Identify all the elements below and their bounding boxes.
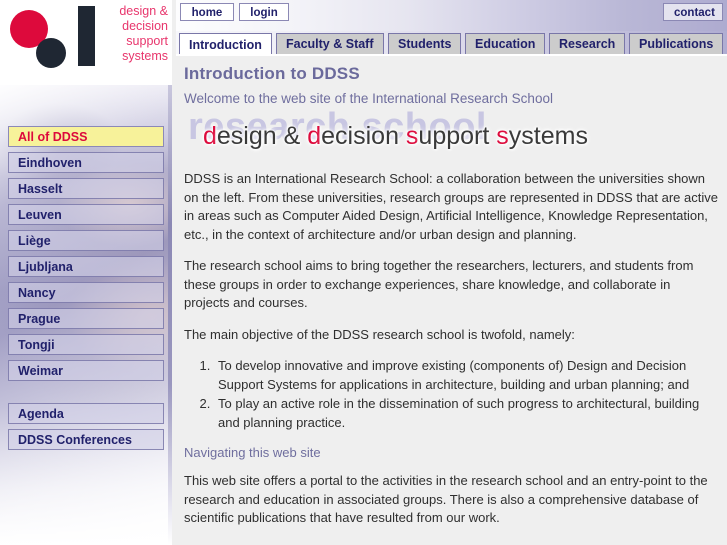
contact-button[interactable]: contact — [663, 3, 723, 21]
banner-foreground-text: design & decision support systems — [203, 122, 588, 151]
sidebar-item-agenda[interactable]: Agenda — [8, 403, 164, 424]
logo-dark-circle-icon — [36, 38, 66, 68]
paragraph-3: The main objective of the DDSS research … — [184, 326, 575, 342]
tab-students[interactable]: Students — [388, 33, 462, 54]
sidebar-item-eindhoven[interactable]: Eindhoven — [8, 152, 164, 173]
sidebar-item-nancy[interactable]: Nancy — [8, 282, 164, 303]
banner-highlight-letter: s — [496, 122, 509, 150]
page-root: design & decision support systems All of… — [0, 0, 727, 545]
banner-text-segment: ecision — [321, 122, 406, 150]
login-button[interactable]: login — [239, 3, 289, 21]
logo-line-2: decision — [122, 19, 168, 33]
navigating-section: This web site offers a portal to the act… — [184, 472, 719, 528]
logo-line-4: systems — [122, 49, 168, 63]
sidebar-item-leuven[interactable]: Leuven — [8, 204, 164, 225]
sidebar-item-ddss-conferences[interactable]: DDSS Conferences — [8, 429, 164, 450]
page-title: Introduction to DDSS — [184, 64, 360, 83]
sidebar-top-spacer — [0, 85, 172, 126]
ddss-logo-mark — [0, 0, 100, 85]
logo-dark-bar-icon — [78, 6, 95, 66]
logo-line-1: design & — [119, 4, 168, 18]
banner-text-segment: esign & — [216, 122, 308, 150]
objective-item: To develop innovative and improve existi… — [214, 357, 719, 394]
logo-wordmark: design & decision support systems — [100, 4, 168, 64]
sidebar-item-weimar[interactable]: Weimar — [8, 360, 164, 381]
page-subtitle: Welcome to the web site of the Internati… — [184, 91, 553, 106]
sidebar-extras-list: Agenda DDSS Conferences — [0, 403, 172, 450]
navigating-paragraph: This web site offers a portal to the act… — [184, 473, 708, 525]
tab-publications[interactable]: Publications — [629, 33, 724, 54]
left-column: design & decision support systems All of… — [0, 0, 172, 545]
sidebar-mid-spacer — [0, 386, 172, 403]
banner-highlight-letter: d — [203, 122, 217, 150]
banner-highlight-letter: d — [307, 122, 322, 150]
sidebar-item-all-of-ddss[interactable]: All of DDSS — [8, 126, 164, 147]
banner: research school design & decision suppor… — [176, 110, 727, 158]
banner-text-segment: upport — [418, 122, 497, 150]
tab-education[interactable]: Education — [465, 33, 546, 54]
paragraph-2: The research school aims to bring togeth… — [184, 258, 694, 310]
sidebar-item-li-ge[interactable]: Liège — [8, 230, 164, 251]
sidebar-item-hasselt[interactable]: Hasselt — [8, 178, 164, 199]
objective-item: To play an active role in the disseminat… — [214, 395, 719, 432]
sidebar-navigation: All of DDSS Eindhoven Hasselt Leuven Liège Lj… — [0, 85, 172, 545]
paragraph-1: DDSS is an International Research School… — [184, 171, 718, 242]
sidebar-university-list: All of DDSS Eindhoven Hasselt Leuven Liège Lj… — [0, 126, 172, 381]
tab-research[interactable]: Research — [549, 33, 626, 54]
sidebar-item-prague[interactable]: Prague — [8, 308, 164, 329]
sidebar-item-tongji[interactable]: Tongji — [8, 334, 164, 355]
main-content: Introduction to DDSS Welcome to the web … — [176, 56, 727, 545]
site-logo[interactable]: design & decision support systems — [0, 0, 172, 85]
tab-faculty-staff[interactable]: Faculty & Staff — [276, 33, 384, 54]
tab-bar: Introduction Faculty & Staff Students Educa… — [176, 31, 727, 56]
navigating-heading[interactable]: Navigating this web site — [184, 445, 719, 460]
intro-paragraphs: DDSS is an International Research School… — [184, 170, 719, 344]
banner-text-segment: ystems — [508, 122, 588, 150]
home-button[interactable]: home — [180, 3, 234, 21]
banner-highlight-letter: s — [405, 122, 419, 150]
objectives-list: To develop innovative and improve existi… — [184, 357, 719, 432]
sidebar-item-ljubljana[interactable]: Ljubljana — [8, 256, 164, 277]
logo-line-3: support — [126, 34, 168, 48]
top-bar: home login contact — [176, 0, 727, 31]
tab-introduction[interactable]: Introduction — [179, 33, 272, 56]
